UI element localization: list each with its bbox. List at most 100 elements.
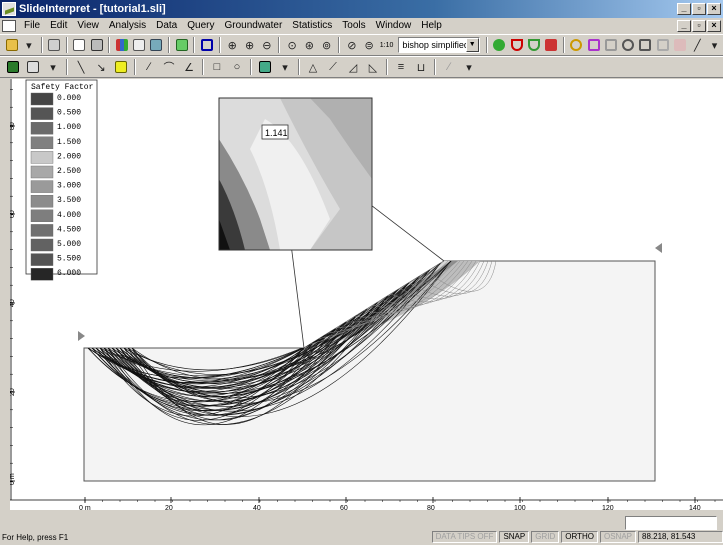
menu-bar: File Edit View Analysis Data Query Groun… (0, 18, 723, 34)
title-bar: SlideInterpret - [tutorial1.sli] _ ▫ × (0, 0, 723, 18)
axis-tool-icon[interactable]: ⊔ (412, 58, 430, 76)
toolbar-separator (66, 59, 68, 75)
pan-icon[interactable]: ⊘ (344, 36, 359, 54)
zoom-window-icon[interactable]: ⊙ (284, 36, 299, 54)
chart-icon[interactable] (114, 36, 129, 54)
close-button[interactable]: × (707, 3, 721, 15)
grid-indicator[interactable]: GRID (531, 531, 560, 543)
angle-tool-icon[interactable]: ∠ (180, 58, 198, 76)
edit-tool-icon[interactable]: ∕ (440, 58, 458, 76)
image-icon[interactable] (174, 36, 189, 54)
open-icon[interactable] (4, 36, 19, 54)
slope-model (78, 243, 662, 482)
drawing-canvas[interactable]: 0 m 20 40 60 80 (10, 79, 723, 510)
doc-close-button[interactable]: × (707, 20, 721, 32)
arc-tool-icon[interactable]: ⌒ (160, 58, 178, 76)
triangle-tool-icon[interactable]: △ (304, 58, 322, 76)
legend-value: 0.500 (57, 109, 81, 118)
menu-edit[interactable]: Edit (45, 19, 72, 33)
toolbar-separator (250, 59, 252, 75)
menu-view[interactable]: View (72, 19, 104, 33)
bottom-axis: 0 m 20 40 60 80 100 120 140 (10, 497, 723, 510)
show-values-icon[interactable] (655, 36, 670, 54)
zoom-extents-icon[interactable]: ⊚ (319, 36, 334, 54)
doc-restore-button[interactable]: ▫ (692, 20, 706, 32)
menu-help[interactable]: Help (416, 19, 447, 33)
x-tick-label: 140 (689, 505, 701, 510)
app-icon[interactable] (2, 2, 16, 16)
snap-indicator[interactable]: SNAP (499, 531, 530, 543)
text-tool-icon[interactable] (112, 58, 130, 76)
legend-title: Safety Factor (31, 83, 94, 92)
ellipse-tool-icon[interactable]: ○ (228, 58, 246, 76)
toolbar-separator (278, 37, 281, 53)
rectangle-tool-icon[interactable]: □ (208, 58, 226, 76)
query-icon[interactable] (569, 36, 584, 54)
export-icon[interactable] (149, 36, 164, 54)
zoom-all-icon[interactable]: ⊕ (225, 36, 240, 54)
forces-icon[interactable] (672, 36, 687, 54)
print-preview-icon[interactable] (72, 36, 87, 54)
legend-swatch (30, 209, 54, 223)
zoom-scale-icon[interactable]: ⊜ (362, 36, 377, 54)
data-tips-indicator[interactable]: DATA TIPS OFF (431, 531, 498, 543)
filter-surfaces-icon[interactable] (544, 36, 559, 54)
zoom-out-icon[interactable]: ⊖ (259, 36, 274, 54)
command-input[interactable] (625, 516, 717, 530)
dropdown-arrow-icon[interactable]: ▾ (44, 58, 62, 76)
zoom-in-icon[interactable]: ⊕ (242, 36, 257, 54)
menu-data[interactable]: Data (151, 19, 182, 33)
chevron-down-icon[interactable]: ▼ (465, 38, 479, 52)
print-icon[interactable] (89, 36, 104, 54)
ortho-indicator[interactable]: ORTHO (561, 531, 598, 543)
x-tick-label: 80 (427, 505, 435, 510)
more-icon[interactable]: ▾ (707, 36, 722, 54)
minimum-surfaces-icon[interactable] (509, 36, 524, 54)
line-tool-icon[interactable]: ╲ (72, 58, 90, 76)
legend-swatch (30, 122, 54, 135)
save-icon[interactable] (47, 36, 62, 54)
toolbar-separator (338, 37, 341, 53)
analysis-method-select[interactable]: bishop simplified ▼ (398, 37, 480, 53)
document-icon[interactable] (2, 20, 16, 32)
menu-file[interactable]: File (19, 19, 45, 33)
menu-groundwater[interactable]: Groundwater (219, 19, 287, 33)
zoom-previous-icon[interactable]: ⊛ (302, 36, 317, 54)
global-minimum-icon[interactable] (492, 36, 507, 54)
menu-tools[interactable]: Tools (337, 19, 370, 33)
menu-statistics[interactable]: Statistics (287, 19, 337, 33)
dropdown-arrow-icon[interactable]: ▾ (460, 58, 478, 76)
menu-window[interactable]: Window (371, 19, 417, 33)
model-icon[interactable] (4, 58, 22, 76)
menu-query[interactable]: Query (182, 19, 219, 33)
pen-tool-icon[interactable]: ∕ (140, 58, 158, 76)
model-view[interactable]: 0 m 20 40 60 80 (10, 79, 723, 510)
arrow-tool-icon[interactable]: ↘ (92, 58, 110, 76)
toolbar-main: ▾ ⊕ ⊕ ⊖ ⊙ ⊛ ⊚ ⊘ ⊜ 1:10 bishop simplified… (0, 34, 723, 56)
delete-query-icon[interactable] (638, 36, 653, 54)
display-options-icon[interactable] (24, 58, 42, 76)
slice-data-icon[interactable] (603, 36, 618, 54)
toolbar-separator (386, 59, 388, 75)
polygon-tool-icon[interactable]: ◿ (344, 58, 362, 76)
doc-minimize-button[interactable]: _ (677, 20, 691, 32)
frame-icon[interactable] (199, 36, 214, 54)
legend-value: 1.500 (57, 138, 81, 147)
polyline-tool-icon[interactable]: ⟋ (324, 58, 342, 76)
scale-label: 1:10 (379, 41, 394, 49)
add-query-icon[interactable] (621, 36, 636, 54)
image-tool-icon[interactable] (256, 58, 274, 76)
dropdown-arrow-icon[interactable]: ▾ (276, 58, 294, 76)
dimension-tool-icon[interactable]: ≡ (392, 58, 410, 76)
graph-query-icon[interactable] (586, 36, 601, 54)
dropdown-arrow-icon[interactable]: ▾ (21, 36, 36, 54)
maximize-button[interactable]: ▫ (692, 3, 706, 15)
all-surfaces-icon[interactable] (526, 36, 541, 54)
line-icon[interactable]: ╱ (690, 36, 705, 54)
filled-polygon-tool-icon[interactable]: ◺ (364, 58, 382, 76)
minimize-button[interactable]: _ (677, 3, 691, 15)
menu-analysis[interactable]: Analysis (104, 19, 151, 33)
copy-icon[interactable] (132, 36, 147, 54)
osnap-indicator[interactable]: OSNAP (599, 531, 636, 543)
x-tick-label: 60 (340, 505, 348, 510)
